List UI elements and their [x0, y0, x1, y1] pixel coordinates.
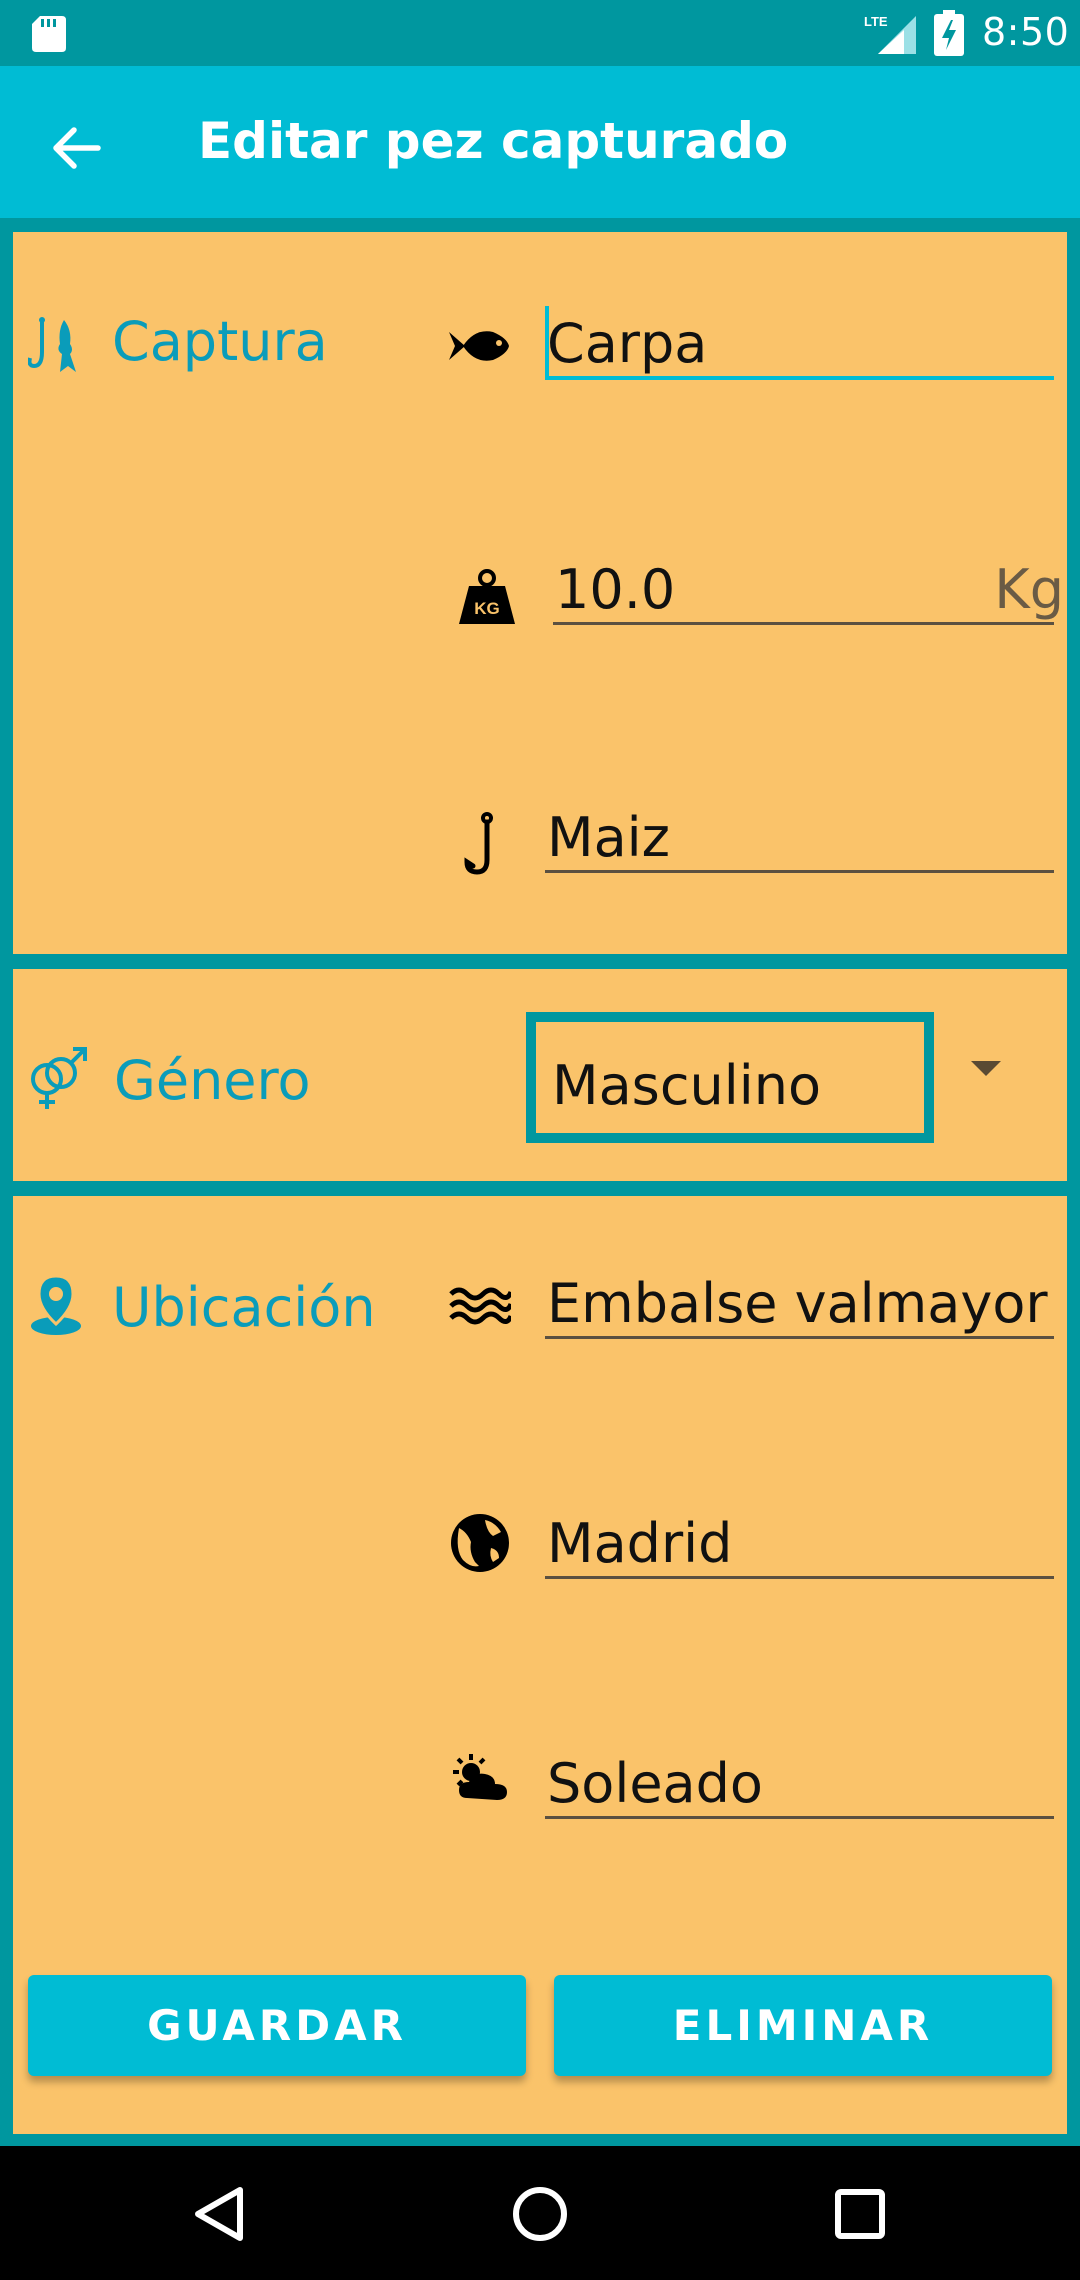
waves-icon	[449, 1287, 511, 1325]
weather-value: Soleado	[547, 1752, 763, 1815]
status-bar: LTE 8:50	[0, 0, 1080, 66]
species-field[interactable]: Carpa	[545, 306, 1054, 380]
save-button[interactable]: GUARDAR	[28, 1975, 526, 2076]
weight-value: 10.0	[555, 558, 676, 621]
place-field[interactable]: Embalse valmayor	[545, 1266, 1054, 1339]
battery-charging-icon	[934, 10, 964, 56]
location-pin-icon	[31, 1274, 81, 1335]
gender-select[interactable]: Masculino	[526, 1012, 934, 1143]
nav-back-icon[interactable]	[180, 2174, 260, 2254]
bait-field[interactable]: Maiz	[545, 800, 1054, 873]
captura-card: Captura Carpa KG 10.0 Kg Maiz	[13, 232, 1067, 954]
region-field[interactable]: Madrid	[545, 1506, 1054, 1579]
svg-text:LTE: LTE	[864, 14, 888, 29]
sd-card-icon	[32, 16, 66, 52]
genero-label: Género	[114, 1049, 311, 1112]
gender-icon	[31, 1047, 87, 1109]
navigation-bar	[0, 2146, 1080, 2280]
hook-icon	[464, 812, 493, 875]
genero-card: Género Masculino	[13, 969, 1067, 1181]
fish-hook-icon	[28, 317, 76, 372]
sun-cloud-icon	[453, 1754, 507, 1800]
kg-weight-icon: KG	[459, 569, 515, 624]
globe-icon	[451, 1514, 509, 1572]
fish-icon	[449, 331, 509, 361]
nav-home-icon[interactable]	[500, 2174, 580, 2254]
captura-label: Captura	[112, 310, 328, 373]
ubicacion-label: Ubicación	[112, 1276, 376, 1339]
gender-selected-value: Masculino	[552, 1054, 821, 1117]
clock: 8:50	[982, 10, 1070, 54]
region-value: Madrid	[547, 1512, 733, 1575]
weight-unit: Kg	[994, 558, 1064, 621]
species-value: Carpa	[547, 312, 708, 375]
page-title: Editar pez capturado	[198, 112, 789, 170]
signal-icon: LTE	[864, 14, 916, 54]
weather-field[interactable]: Soleado	[545, 1746, 1054, 1819]
app-bar: Editar pez capturado	[0, 66, 1080, 218]
place-value: Embalse valmayor	[547, 1272, 1048, 1335]
chevron-down-icon[interactable]	[971, 1061, 1001, 1076]
delete-button[interactable]: ELIMINAR	[554, 1975, 1052, 2076]
nav-recents-icon[interactable]	[820, 2174, 900, 2254]
arrow-left-icon[interactable]	[44, 116, 108, 180]
svg-text:KG: KG	[474, 599, 500, 618]
weight-field[interactable]: 10.0 Kg	[553, 552, 1064, 625]
bait-value: Maiz	[547, 806, 671, 869]
